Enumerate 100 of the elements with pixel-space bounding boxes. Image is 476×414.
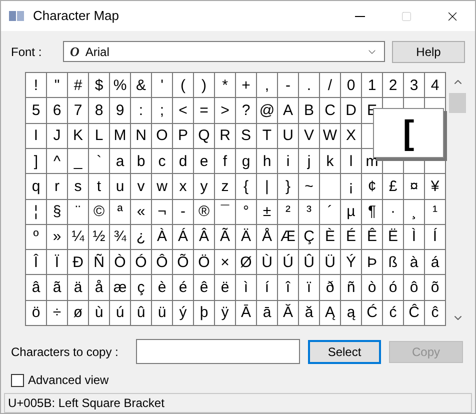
character-cell[interactable]: Å (257, 224, 278, 250)
character-cell[interactable]: ¯ (215, 200, 236, 225)
character-cell[interactable]: * (215, 73, 236, 98)
character-cell[interactable]: ò (362, 275, 383, 301)
character-cell[interactable]: í (257, 275, 278, 301)
character-cell[interactable]: ç (131, 275, 152, 301)
character-cell[interactable]: ú (110, 300, 131, 326)
character-cell[interactable]: ¥ (425, 174, 446, 200)
character-cell[interactable]: y (194, 174, 215, 200)
character-cell[interactable]: x (173, 174, 194, 200)
character-cell[interactable]: ÷ (47, 300, 68, 326)
character-cell[interactable]: - (278, 73, 299, 98)
copy-field[interactable] (136, 339, 300, 364)
character-cell[interactable]: Ý (341, 250, 362, 276)
scroll-thumb[interactable] (449, 93, 466, 114)
character-cell[interactable]: - (173, 200, 194, 225)
character-cell[interactable]: Á (173, 224, 194, 250)
character-cell[interactable]: ª (110, 200, 131, 225)
character-cell[interactable]: U (278, 124, 299, 149)
character-cell[interactable]: # (68, 73, 89, 98)
character-cell[interactable]: P (173, 124, 194, 149)
character-cell[interactable]: ¨ (68, 200, 89, 225)
character-cell[interactable]: J (47, 124, 68, 149)
character-cell[interactable]: R (215, 124, 236, 149)
character-cell[interactable]: É (341, 224, 362, 250)
character-cell[interactable]: â (26, 275, 47, 301)
character-cell[interactable]: S (236, 124, 257, 149)
character-cell[interactable]: f (215, 148, 236, 174)
character-cell[interactable]: ( (173, 73, 194, 98)
character-cell[interactable]: ā (257, 300, 278, 326)
character-cell[interactable]: å (89, 275, 110, 301)
character-cell[interactable]: Ø (236, 250, 257, 276)
character-cell[interactable]: º (26, 224, 47, 250)
character-cell[interactable]: ô (404, 275, 425, 301)
character-cell[interactable]: ^ (47, 148, 68, 174)
character-cell[interactable]: õ (425, 275, 446, 301)
character-cell[interactable]: Þ (362, 250, 383, 276)
character-cell[interactable]: ® (194, 200, 215, 225)
character-cell[interactable]: ï (299, 275, 320, 301)
character-cell[interactable]: Ą (320, 300, 341, 326)
character-cell[interactable]: { (236, 174, 257, 200)
character-cell[interactable]: 9 (110, 98, 131, 124)
character-cell[interactable]: B (299, 98, 320, 124)
character-cell[interactable]: Õ (173, 250, 194, 276)
character-cell[interactable]: È (320, 224, 341, 250)
character-cell[interactable]: ø (68, 300, 89, 326)
character-cell[interactable]: % (110, 73, 131, 98)
character-cell[interactable]: K (68, 124, 89, 149)
character-cell[interactable]: · (383, 200, 404, 225)
character-cell[interactable]: 6 (47, 98, 68, 124)
character-cell[interactable]: z (215, 174, 236, 200)
character-cell[interactable]: r (47, 174, 68, 200)
character-cell[interactable]: q (26, 174, 47, 200)
character-cell[interactable]: c (152, 148, 173, 174)
character-cell[interactable]: s (68, 174, 89, 200)
character-cell[interactable]: ² (278, 200, 299, 225)
character-cell[interactable]: ¡ (341, 174, 362, 200)
character-cell[interactable]: Ä (236, 224, 257, 250)
character-cell[interactable]: û (131, 300, 152, 326)
character-cell[interactable]: » (47, 224, 68, 250)
character-cell[interactable]: " (47, 73, 68, 98)
character-cell[interactable]: = (194, 98, 215, 124)
character-cell[interactable]: k (320, 148, 341, 174)
character-cell[interactable]: × (215, 250, 236, 276)
character-cell[interactable]: ¿ (131, 224, 152, 250)
character-cell[interactable]: ~ (299, 174, 320, 200)
advanced-view-label[interactable]: Advanced view (28, 371, 109, 389)
character-cell[interactable]: µ (341, 200, 362, 225)
character-cell[interactable]: O (152, 124, 173, 149)
character-cell[interactable]: u (110, 174, 131, 200)
character-cell[interactable]: Í (425, 224, 446, 250)
character-cell[interactable]: 3 (404, 73, 425, 98)
character-cell[interactable]: £ (383, 174, 404, 200)
character-cell[interactable]: j (299, 148, 320, 174)
character-cell[interactable]: þ (194, 300, 215, 326)
character-cell[interactable]: Ë (383, 224, 404, 250)
character-cell[interactable]: i (278, 148, 299, 174)
character-cell[interactable]: + (236, 73, 257, 98)
font-dropdown[interactable]: O Arial (63, 41, 385, 62)
character-cell[interactable]: Q (194, 124, 215, 149)
character-cell[interactable]: ĉ (425, 300, 446, 326)
help-button[interactable]: Help (392, 40, 465, 63)
character-cell[interactable]: Ö (194, 250, 215, 276)
character-cell[interactable]: W (320, 124, 341, 149)
character-cell[interactable]: < (173, 98, 194, 124)
character-cell[interactable]: Ê (362, 224, 383, 250)
character-cell[interactable]: w (152, 174, 173, 200)
select-button[interactable]: Select (308, 340, 381, 364)
character-cell[interactable]: A (278, 98, 299, 124)
character-cell[interactable]: ¢ (362, 174, 383, 200)
character-cell[interactable]: ¤ (404, 174, 425, 200)
character-cell[interactable]: Â (194, 224, 215, 250)
character-cell[interactable]: ê (194, 275, 215, 301)
character-cell[interactable]: ' (152, 73, 173, 98)
character-cell[interactable]: À (152, 224, 173, 250)
character-cell[interactable]: Ñ (89, 250, 110, 276)
character-cell[interactable]: ö (26, 300, 47, 326)
character-cell[interactable]: Ô (152, 250, 173, 276)
character-cell[interactable]: L (89, 124, 110, 149)
character-cell[interactable]: Ì (404, 224, 425, 250)
